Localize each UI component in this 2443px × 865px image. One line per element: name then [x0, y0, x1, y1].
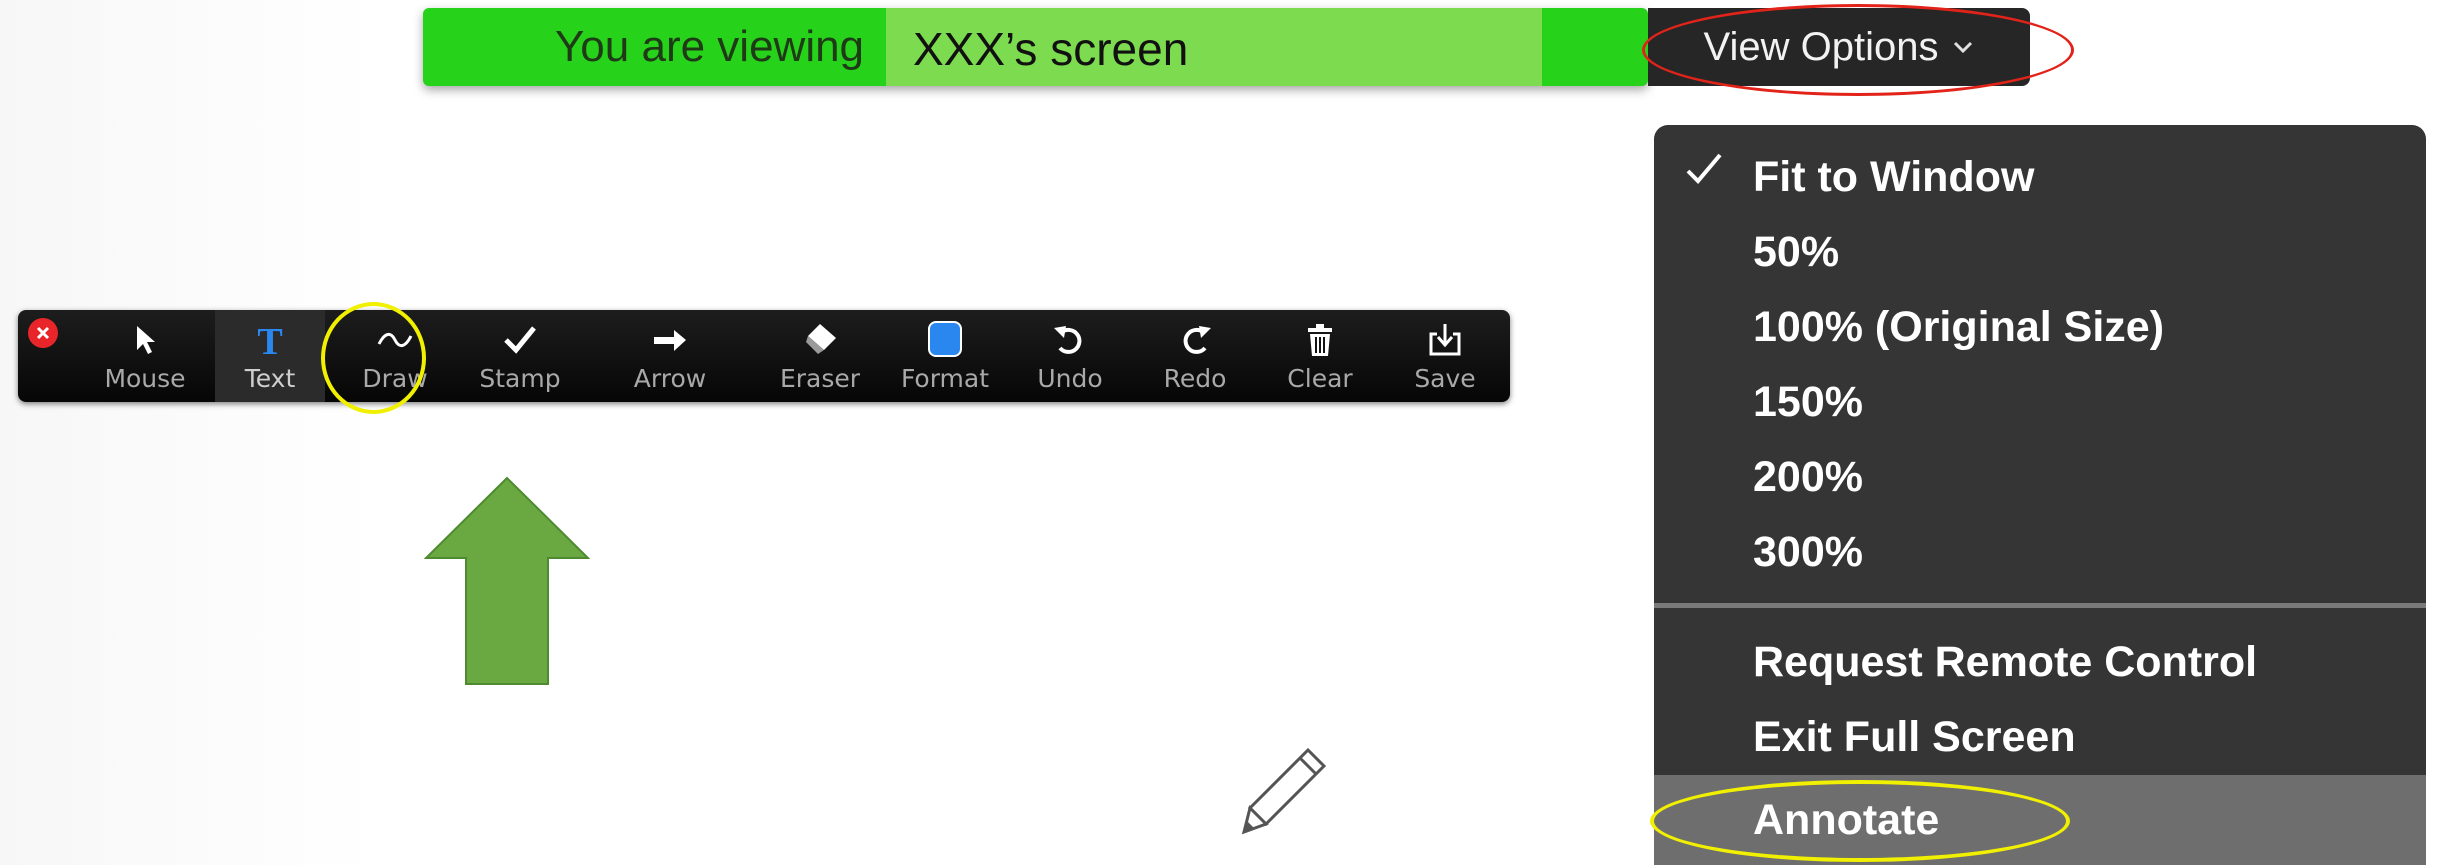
menu-item-50[interactable]: 50%: [1753, 224, 1839, 280]
checkmark-icon: [1686, 153, 1722, 184]
undo-icon: [1054, 326, 1082, 354]
menu-item-exit-full-screen[interactable]: Exit Full Screen: [1753, 709, 2076, 765]
tool-eraser[interactable]: Eraser: [765, 310, 875, 402]
text-t-icon: T: [257, 321, 282, 360]
trash-icon: [1308, 324, 1332, 356]
menu-item-100[interactable]: 100% (Original Size): [1753, 299, 2164, 355]
redo-icon: [1183, 326, 1211, 354]
tool-label: Arrow: [633, 364, 707, 393]
tool-label: Mouse: [104, 364, 186, 393]
pointer-icon: [137, 326, 155, 354]
tool-redo[interactable]: Redo: [1140, 310, 1250, 402]
annotation-toolbar: Mouse T Text Draw Stamp Arrow Eraser For…: [18, 310, 1510, 402]
view-options-menu: Fit to Window 50% 100% (Original Size) 1…: [1654, 125, 2426, 865]
tool-label: Text: [244, 364, 296, 393]
viewing-banner: You are viewing XXX’s screen: [423, 8, 1648, 86]
eraser-icon: [806, 324, 836, 354]
annotate-callout: [1650, 780, 2070, 862]
tool-undo[interactable]: Undo: [1015, 310, 1125, 402]
banner-screen-name: XXX’s screen: [913, 23, 1189, 75]
close-icon[interactable]: [28, 318, 58, 348]
tool-stamp[interactable]: Stamp: [465, 310, 575, 402]
view-options-callout: [1642, 4, 2074, 96]
tool-save[interactable]: Save: [1390, 310, 1500, 402]
svg-text:T: T: [257, 321, 282, 360]
tool-format[interactable]: Format: [890, 310, 1000, 402]
menu-item-300[interactable]: 300%: [1753, 524, 1863, 580]
tool-label: Format: [900, 364, 990, 393]
tool-arrow[interactable]: Arrow: [615, 310, 725, 402]
menu-item-150[interactable]: 150%: [1753, 374, 1863, 430]
tool-label: Stamp: [479, 364, 561, 393]
blue-square-icon: [928, 321, 962, 357]
right-arrow-icon: [654, 330, 686, 351]
save-download-icon: [1429, 324, 1461, 356]
draw-tool-callout: [321, 302, 426, 414]
tool-label: Save: [1414, 364, 1476, 393]
menu-item-200[interactable]: 200%: [1753, 449, 1863, 505]
tool-mouse[interactable]: Mouse: [90, 310, 200, 402]
background-shade: [0, 0, 380, 865]
menu-item-request-remote-control[interactable]: Request Remote Control: [1753, 634, 2257, 690]
tool-clear[interactable]: Clear: [1265, 310, 1375, 402]
tool-label: Undo: [1037, 364, 1103, 393]
menu-separator: [1654, 603, 2426, 608]
pencil-cursor-icon: [1241, 747, 1327, 835]
tool-label: Redo: [1163, 364, 1227, 393]
tool-label: Clear: [1287, 364, 1353, 393]
up-arrow-icon: [424, 476, 590, 685]
tool-text[interactable]: T Text: [215, 310, 325, 402]
checkmark-icon: [504, 326, 536, 354]
tool-label: Eraser: [779, 364, 861, 393]
banner-prefix: You are viewing: [555, 22, 865, 71]
menu-item-fit-to-window[interactable]: Fit to Window: [1753, 149, 2034, 205]
